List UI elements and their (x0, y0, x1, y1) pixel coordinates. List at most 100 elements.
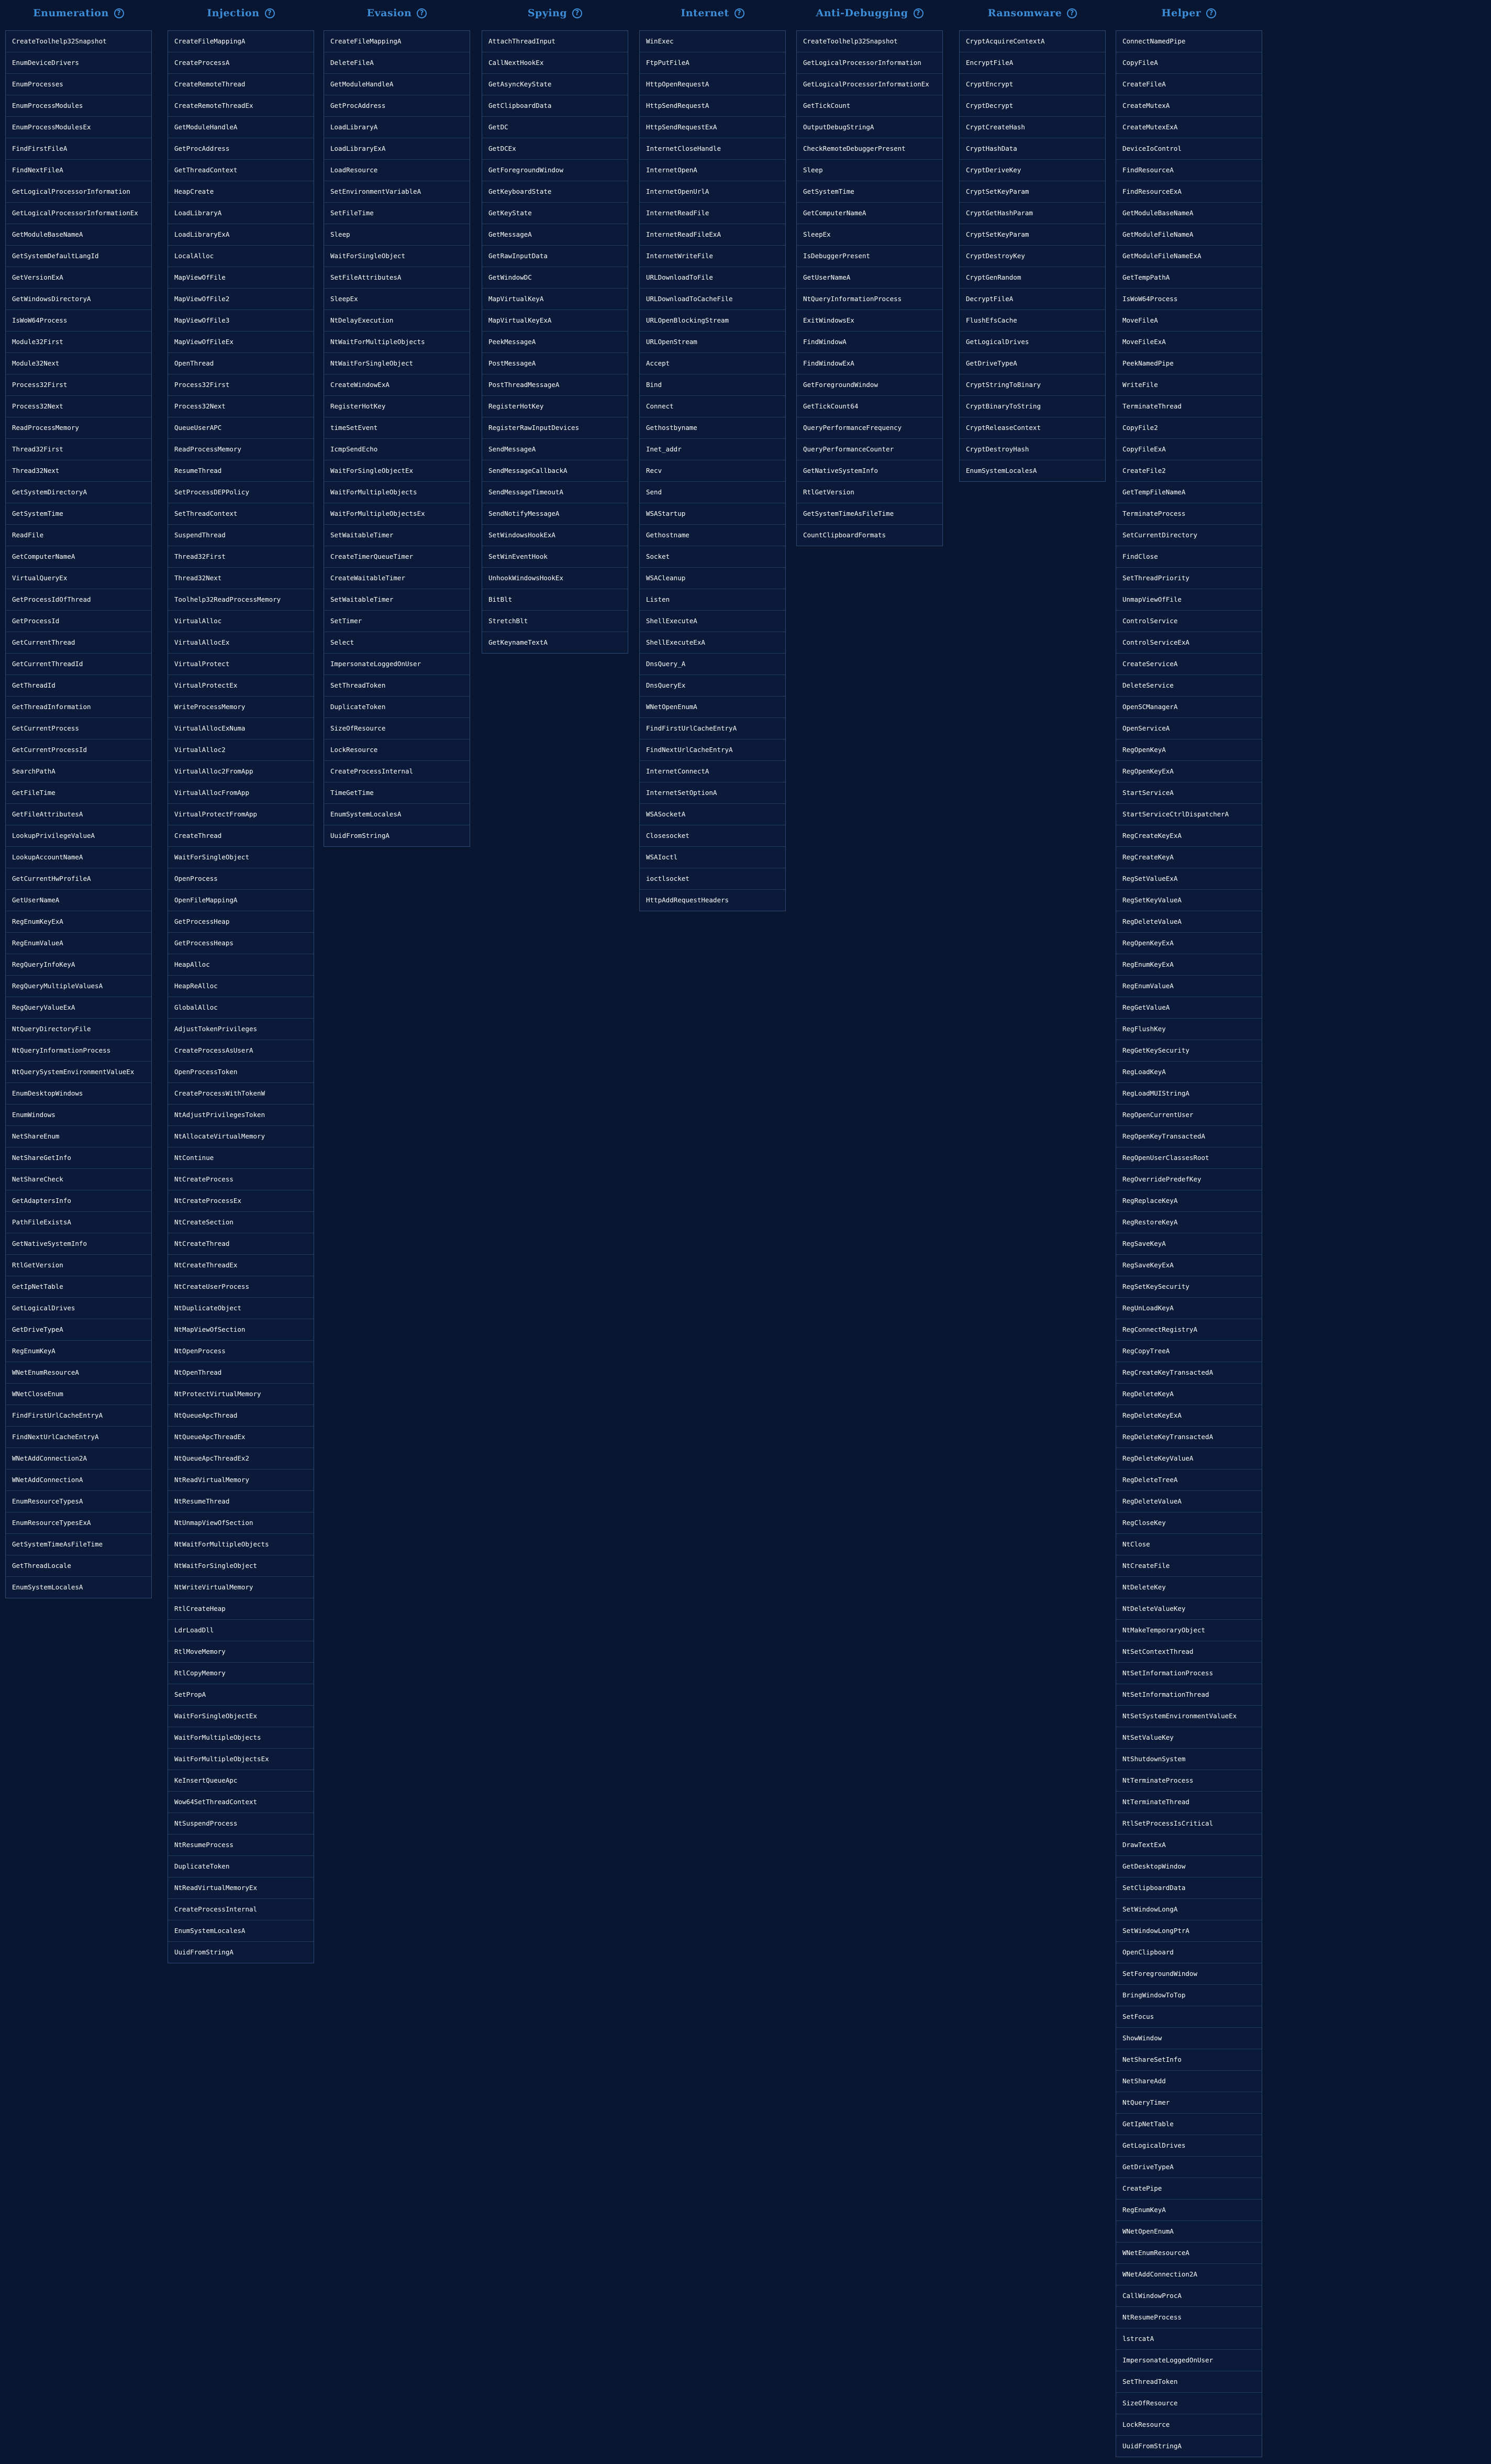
list-item[interactable]: CreateThread (168, 825, 314, 847)
list-item[interactable]: CopyFileExA (1116, 439, 1262, 460)
list-item[interactable]: CreateWaitableTimer (324, 568, 470, 589)
list-item[interactable]: EnumProcesses (6, 74, 151, 95)
list-item[interactable]: GetProcessIdOfThread (6, 589, 151, 611)
list-item[interactable]: Inet_addr (640, 439, 785, 460)
list-item[interactable]: NtAllocateVirtualMemory (168, 1126, 314, 1147)
list-item[interactable]: LockResource (1116, 2414, 1262, 2436)
list-item[interactable]: SetFileAttributesA (324, 267, 470, 289)
list-item[interactable]: CryptCreateHash (960, 117, 1105, 138)
list-item[interactable]: PostMessageA (482, 353, 628, 374)
list-item[interactable]: RegisterHotKey (324, 396, 470, 417)
list-item[interactable]: RegSaveKeyA (1116, 1233, 1262, 1255)
list-item[interactable]: SetWinEventHook (482, 546, 628, 568)
list-item[interactable]: ImpersonateLoggedOnUser (324, 654, 470, 675)
list-item[interactable]: EnumSystemLocalesA (6, 1577, 151, 1598)
list-item[interactable]: NtSetValueKey (1116, 1727, 1262, 1749)
list-item[interactable]: GetNativeSystemInfo (797, 460, 942, 482)
list-item[interactable]: DuplicateToken (324, 697, 470, 718)
list-item[interactable]: RegDeleteValueA (1116, 1491, 1262, 1512)
list-item[interactable]: GetThreadContext (168, 160, 314, 181)
list-item[interactable]: Accept (640, 353, 785, 374)
list-item[interactable]: VirtualAlloc (168, 611, 314, 632)
list-item[interactable]: OpenSCManagerA (1116, 697, 1262, 718)
list-item[interactable]: GetIpNetTable (6, 1276, 151, 1298)
list-item[interactable]: NtQueryTimer (1116, 2092, 1262, 2114)
list-item[interactable]: WriteProcessMemory (168, 697, 314, 718)
list-item[interactable]: ioctlsocket (640, 868, 785, 890)
list-item[interactable]: ShowWindow (1116, 2028, 1262, 2049)
list-item[interactable]: RegOpenCurrentUser (1116, 1104, 1262, 1126)
list-item[interactable]: RegCreateKeyTransactedA (1116, 1362, 1262, 1384)
help-icon[interactable]: ? (1206, 8, 1217, 18)
list-item[interactable]: NtQueryInformationProcess (797, 289, 942, 310)
list-item[interactable]: GetSystemDirectoryA (6, 482, 151, 503)
list-item[interactable]: Select (324, 632, 470, 654)
list-item[interactable]: GetTempFileNameA (1116, 482, 1262, 503)
list-item[interactable]: NtWriteVirtualMemory (168, 1577, 314, 1598)
list-item[interactable]: RegDeleteKeyTransactedA (1116, 1427, 1262, 1448)
list-item[interactable]: GetLogicalProcessorInformation (6, 181, 151, 203)
list-item[interactable]: WriteFile (1116, 374, 1262, 396)
help-icon[interactable]: ? (734, 8, 744, 18)
list-item[interactable]: HttpSendRequestA (640, 95, 785, 117)
list-item[interactable]: NtSetInformationThread (1116, 1684, 1262, 1706)
list-item[interactable]: WaitForMultipleObjects (168, 1727, 314, 1749)
list-item[interactable]: NtQuerySystemEnvironmentValueEx (6, 1062, 151, 1083)
list-item[interactable]: Socket (640, 546, 785, 568)
list-item[interactable]: RegisterRawInputDevices (482, 417, 628, 439)
list-item[interactable]: RtlCreateHeap (168, 1598, 314, 1620)
list-item[interactable]: GetCurrentProcessId (6, 739, 151, 761)
list-item[interactable]: NtCreateSection (168, 1212, 314, 1233)
list-item[interactable]: GetDesktopWindow (1116, 1856, 1262, 1877)
list-item[interactable]: WinExec (640, 31, 785, 52)
list-item[interactable]: SetProcessDEPPolicy (168, 482, 314, 503)
list-item[interactable]: WNetAddConnection2A (6, 1448, 151, 1469)
list-item[interactable]: Process32First (168, 374, 314, 396)
list-item[interactable]: CreateFileA (1116, 74, 1262, 95)
list-item[interactable]: LocalAlloc (168, 246, 314, 267)
list-item[interactable]: UnhookWindowsHookEx (482, 568, 628, 589)
list-item[interactable]: MapVirtualKeyA (482, 289, 628, 310)
list-item[interactable]: CreateFileMappingA (324, 31, 470, 52)
list-item[interactable]: NtQueueApcThreadEx2 (168, 1448, 314, 1469)
list-item[interactable]: CreateProcessA (168, 52, 314, 74)
list-item[interactable]: RegFlushKey (1116, 1019, 1262, 1040)
list-item[interactable]: Module32First (6, 332, 151, 353)
list-item[interactable]: CryptHashData (960, 138, 1105, 160)
list-item[interactable]: Process32Next (6, 396, 151, 417)
list-item[interactable]: StartServiceA (1116, 782, 1262, 804)
list-item[interactable]: Toolhelp32ReadProcessMemory (168, 589, 314, 611)
list-item[interactable]: NtReadVirtualMemoryEx (168, 1877, 314, 1899)
list-item[interactable]: WSASocketA (640, 804, 785, 825)
list-item[interactable]: RegCreateKeyExA (1116, 825, 1262, 847)
list-item[interactable]: IcmpSendEcho (324, 439, 470, 460)
list-item[interactable]: FindResourceA (1116, 160, 1262, 181)
list-item[interactable]: NtCreateUserProcess (168, 1276, 314, 1298)
list-item[interactable]: EnumSystemLocalesA (168, 1920, 314, 1942)
list-item[interactable]: RegLoadMUIStringA (1116, 1083, 1262, 1104)
list-item[interactable]: Closesocket (640, 825, 785, 847)
list-item[interactable]: Recv (640, 460, 785, 482)
list-item[interactable]: RegOverridePredefKey (1116, 1169, 1262, 1190)
list-item[interactable]: HttpOpenRequestA (640, 74, 785, 95)
list-item[interactable]: SetWindowLongPtrA (1116, 1920, 1262, 1942)
list-item[interactable]: GetModuleHandleA (324, 74, 470, 95)
list-item[interactable]: VirtualAllocExNuma (168, 718, 314, 739)
list-item[interactable]: GetThreadInformation (6, 697, 151, 718)
list-item[interactable]: GetModuleFileNameA (1116, 224, 1262, 246)
list-item[interactable]: SearchPathA (6, 761, 151, 782)
list-item[interactable]: OpenProcessToken (168, 1062, 314, 1083)
list-item[interactable]: CryptDestroyKey (960, 246, 1105, 267)
list-item[interactable]: NtQueueApcThreadEx (168, 1427, 314, 1448)
list-item[interactable]: NetShareSetInfo (1116, 2049, 1262, 2071)
list-item[interactable]: VirtualAllocEx (168, 632, 314, 654)
list-item[interactable]: LdrLoadDll (168, 1620, 314, 1641)
list-item[interactable]: RegOpenKeyExA (1116, 933, 1262, 954)
list-item[interactable]: VirtualAllocFromApp (168, 782, 314, 804)
list-item[interactable]: WNetCloseEnum (6, 1384, 151, 1405)
list-item[interactable]: CreateProcessInternal (324, 761, 470, 782)
list-item[interactable]: RegEnumValueA (6, 933, 151, 954)
list-item[interactable]: RegSetKeySecurity (1116, 1276, 1262, 1298)
list-item[interactable]: GetVersionExA (6, 267, 151, 289)
list-item[interactable]: RegSetKeyValueA (1116, 890, 1262, 911)
